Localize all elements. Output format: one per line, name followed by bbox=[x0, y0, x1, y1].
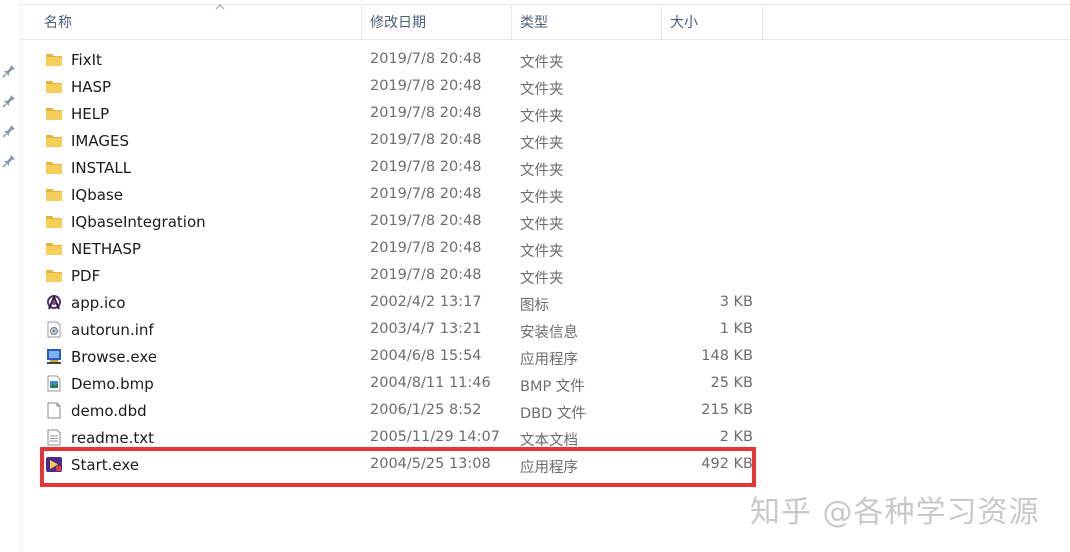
column-divider[interactable] bbox=[762, 6, 763, 40]
file-modified-date: 2004/8/11 11:46 bbox=[370, 375, 491, 391]
file-type: 应用程序 bbox=[520, 352, 578, 368]
file-row[interactable]: FixIt 2019/7/8 20:48 文件夹 bbox=[40, 46, 760, 73]
highlight-box bbox=[40, 447, 756, 487]
file-modified-date: 2004/6/8 15:54 bbox=[370, 348, 482, 364]
file-row[interactable]: NETHASP 2019/7/8 20:48 文件夹 bbox=[40, 235, 760, 262]
folder-icon bbox=[45, 159, 63, 176]
pin-icon[interactable] bbox=[2, 64, 16, 78]
file-name: IMAGES bbox=[71, 132, 129, 150]
file-row[interactable]: IQbase 2019/7/8 20:48 文件夹 bbox=[40, 181, 760, 208]
file-row[interactable]: autorun.inf 2003/4/7 13:21 安装信息 1 KB bbox=[40, 316, 760, 343]
file-name: FixIt bbox=[71, 51, 102, 69]
pin-icon[interactable] bbox=[2, 154, 16, 168]
pin-icon[interactable] bbox=[2, 94, 16, 108]
column-header-size[interactable]: 大小 bbox=[670, 12, 698, 32]
folder-icon bbox=[45, 186, 63, 203]
setup-info-icon bbox=[45, 321, 63, 338]
column-header-bar: 名称 修改日期 类型 大小 bbox=[21, 0, 1070, 40]
file-row[interactable]: INSTALL 2019/7/8 20:48 文件夹 bbox=[40, 154, 760, 181]
column-divider[interactable] bbox=[511, 6, 512, 40]
file-size: 25 KB bbox=[710, 375, 753, 391]
file-modified-date: 2019/7/8 20:48 bbox=[370, 78, 482, 94]
file-row[interactable]: Demo.bmp 2004/8/11 11:46 BMP 文件 25 KB bbox=[40, 370, 760, 397]
file-row[interactable]: HELP 2019/7/8 20:48 文件夹 bbox=[40, 100, 760, 127]
file-size: 3 KB bbox=[719, 294, 753, 310]
column-divider[interactable] bbox=[661, 6, 662, 40]
file-modified-date: 2019/7/8 20:48 bbox=[370, 267, 482, 283]
folder-icon bbox=[45, 132, 63, 149]
file-modified-date: 2019/7/8 20:48 bbox=[370, 186, 482, 202]
file-modified-date: 2005/11/29 14:07 bbox=[370, 429, 500, 445]
file-modified-date: 2019/7/8 20:48 bbox=[370, 159, 482, 175]
sort-ascending-icon bbox=[215, 4, 225, 10]
ico-file-icon bbox=[45, 294, 63, 311]
file-type: DBD 文件 bbox=[520, 406, 586, 422]
file-type: 文件夹 bbox=[520, 82, 564, 98]
file-modified-date: 2006/1/25 8:52 bbox=[370, 402, 482, 418]
file-modified-date: 2019/7/8 20:48 bbox=[370, 213, 482, 229]
folder-icon bbox=[45, 267, 63, 284]
file-type: 文件夹 bbox=[520, 109, 564, 125]
file-name: demo.dbd bbox=[71, 402, 147, 420]
folder-icon bbox=[45, 213, 63, 230]
file-name: NETHASP bbox=[71, 240, 141, 258]
file-type: 文件夹 bbox=[520, 55, 564, 71]
file-type: 文件夹 bbox=[520, 190, 564, 206]
file-name: readme.txt bbox=[71, 429, 155, 447]
folder-icon bbox=[45, 240, 63, 257]
file-type: 文件夹 bbox=[520, 136, 564, 152]
file-type: 安装信息 bbox=[520, 325, 578, 341]
watermark: 知乎 @各种学习资源 bbox=[750, 495, 1040, 530]
file-name: HELP bbox=[71, 105, 110, 123]
file-name: PDF bbox=[71, 267, 101, 285]
column-header-modified[interactable]: 修改日期 bbox=[370, 12, 426, 32]
file-size: 215 KB bbox=[701, 402, 753, 418]
file-modified-date: 2019/7/8 20:48 bbox=[370, 240, 482, 256]
file-name: Demo.bmp bbox=[71, 375, 154, 393]
file-type: 文件夹 bbox=[520, 271, 564, 287]
file-name: app.ico bbox=[71, 294, 126, 312]
file-modified-date: 2019/7/8 20:48 bbox=[370, 51, 482, 67]
file-modified-date: 2003/4/7 13:21 bbox=[370, 321, 482, 337]
column-divider[interactable] bbox=[361, 6, 362, 40]
file-name: autorun.inf bbox=[71, 321, 154, 339]
file-modified-date: 2019/7/8 20:48 bbox=[370, 132, 482, 148]
file-row[interactable]: demo.dbd 2006/1/25 8:52 DBD 文件 215 KB bbox=[40, 397, 760, 424]
file-name: HASP bbox=[71, 78, 112, 96]
file-size: 2 KB bbox=[719, 429, 753, 445]
file-row[interactable]: HASP 2019/7/8 20:48 文件夹 bbox=[40, 73, 760, 100]
file-modified-date: 2002/4/2 13:17 bbox=[370, 294, 482, 310]
file-row[interactable]: Browse.exe 2004/6/8 15:54 应用程序 148 KB bbox=[40, 343, 760, 370]
blank-file-icon bbox=[45, 402, 63, 419]
file-size: 1 KB bbox=[719, 321, 753, 337]
file-row[interactable]: IMAGES 2019/7/8 20:48 文件夹 bbox=[40, 127, 760, 154]
file-name: INSTALL bbox=[71, 159, 132, 177]
file-type: 文件夹 bbox=[520, 217, 564, 233]
file-row[interactable]: app.ico 2002/4/2 13:17 图标 3 KB bbox=[40, 289, 760, 316]
file-row[interactable]: PDF 2019/7/8 20:48 文件夹 bbox=[40, 262, 760, 289]
column-header-name[interactable]: 名称 bbox=[44, 12, 72, 32]
file-type: BMP 文件 bbox=[520, 379, 585, 395]
app-exe-icon bbox=[45, 348, 63, 365]
file-type: 文件夹 bbox=[520, 244, 564, 260]
file-row[interactable]: IQbaseIntegration 2019/7/8 20:48 文件夹 bbox=[40, 208, 760, 235]
column-header-type[interactable]: 类型 bbox=[520, 12, 548, 32]
folder-icon bbox=[45, 78, 63, 95]
file-modified-date: 2019/7/8 20:48 bbox=[370, 105, 482, 121]
file-name: IQbaseIntegration bbox=[71, 213, 206, 231]
pin-icon[interactable] bbox=[2, 124, 16, 138]
file-type: 文件夹 bbox=[520, 163, 564, 179]
navigation-pane-edge bbox=[0, 0, 21, 552]
file-name: Browse.exe bbox=[71, 348, 157, 366]
folder-icon bbox=[45, 105, 63, 122]
file-name: IQbase bbox=[71, 186, 123, 204]
bitmap-file-icon bbox=[45, 375, 63, 392]
text-file-icon bbox=[45, 429, 63, 446]
file-type: 图标 bbox=[520, 298, 549, 314]
file-size: 148 KB bbox=[701, 348, 753, 364]
folder-icon bbox=[45, 51, 63, 68]
